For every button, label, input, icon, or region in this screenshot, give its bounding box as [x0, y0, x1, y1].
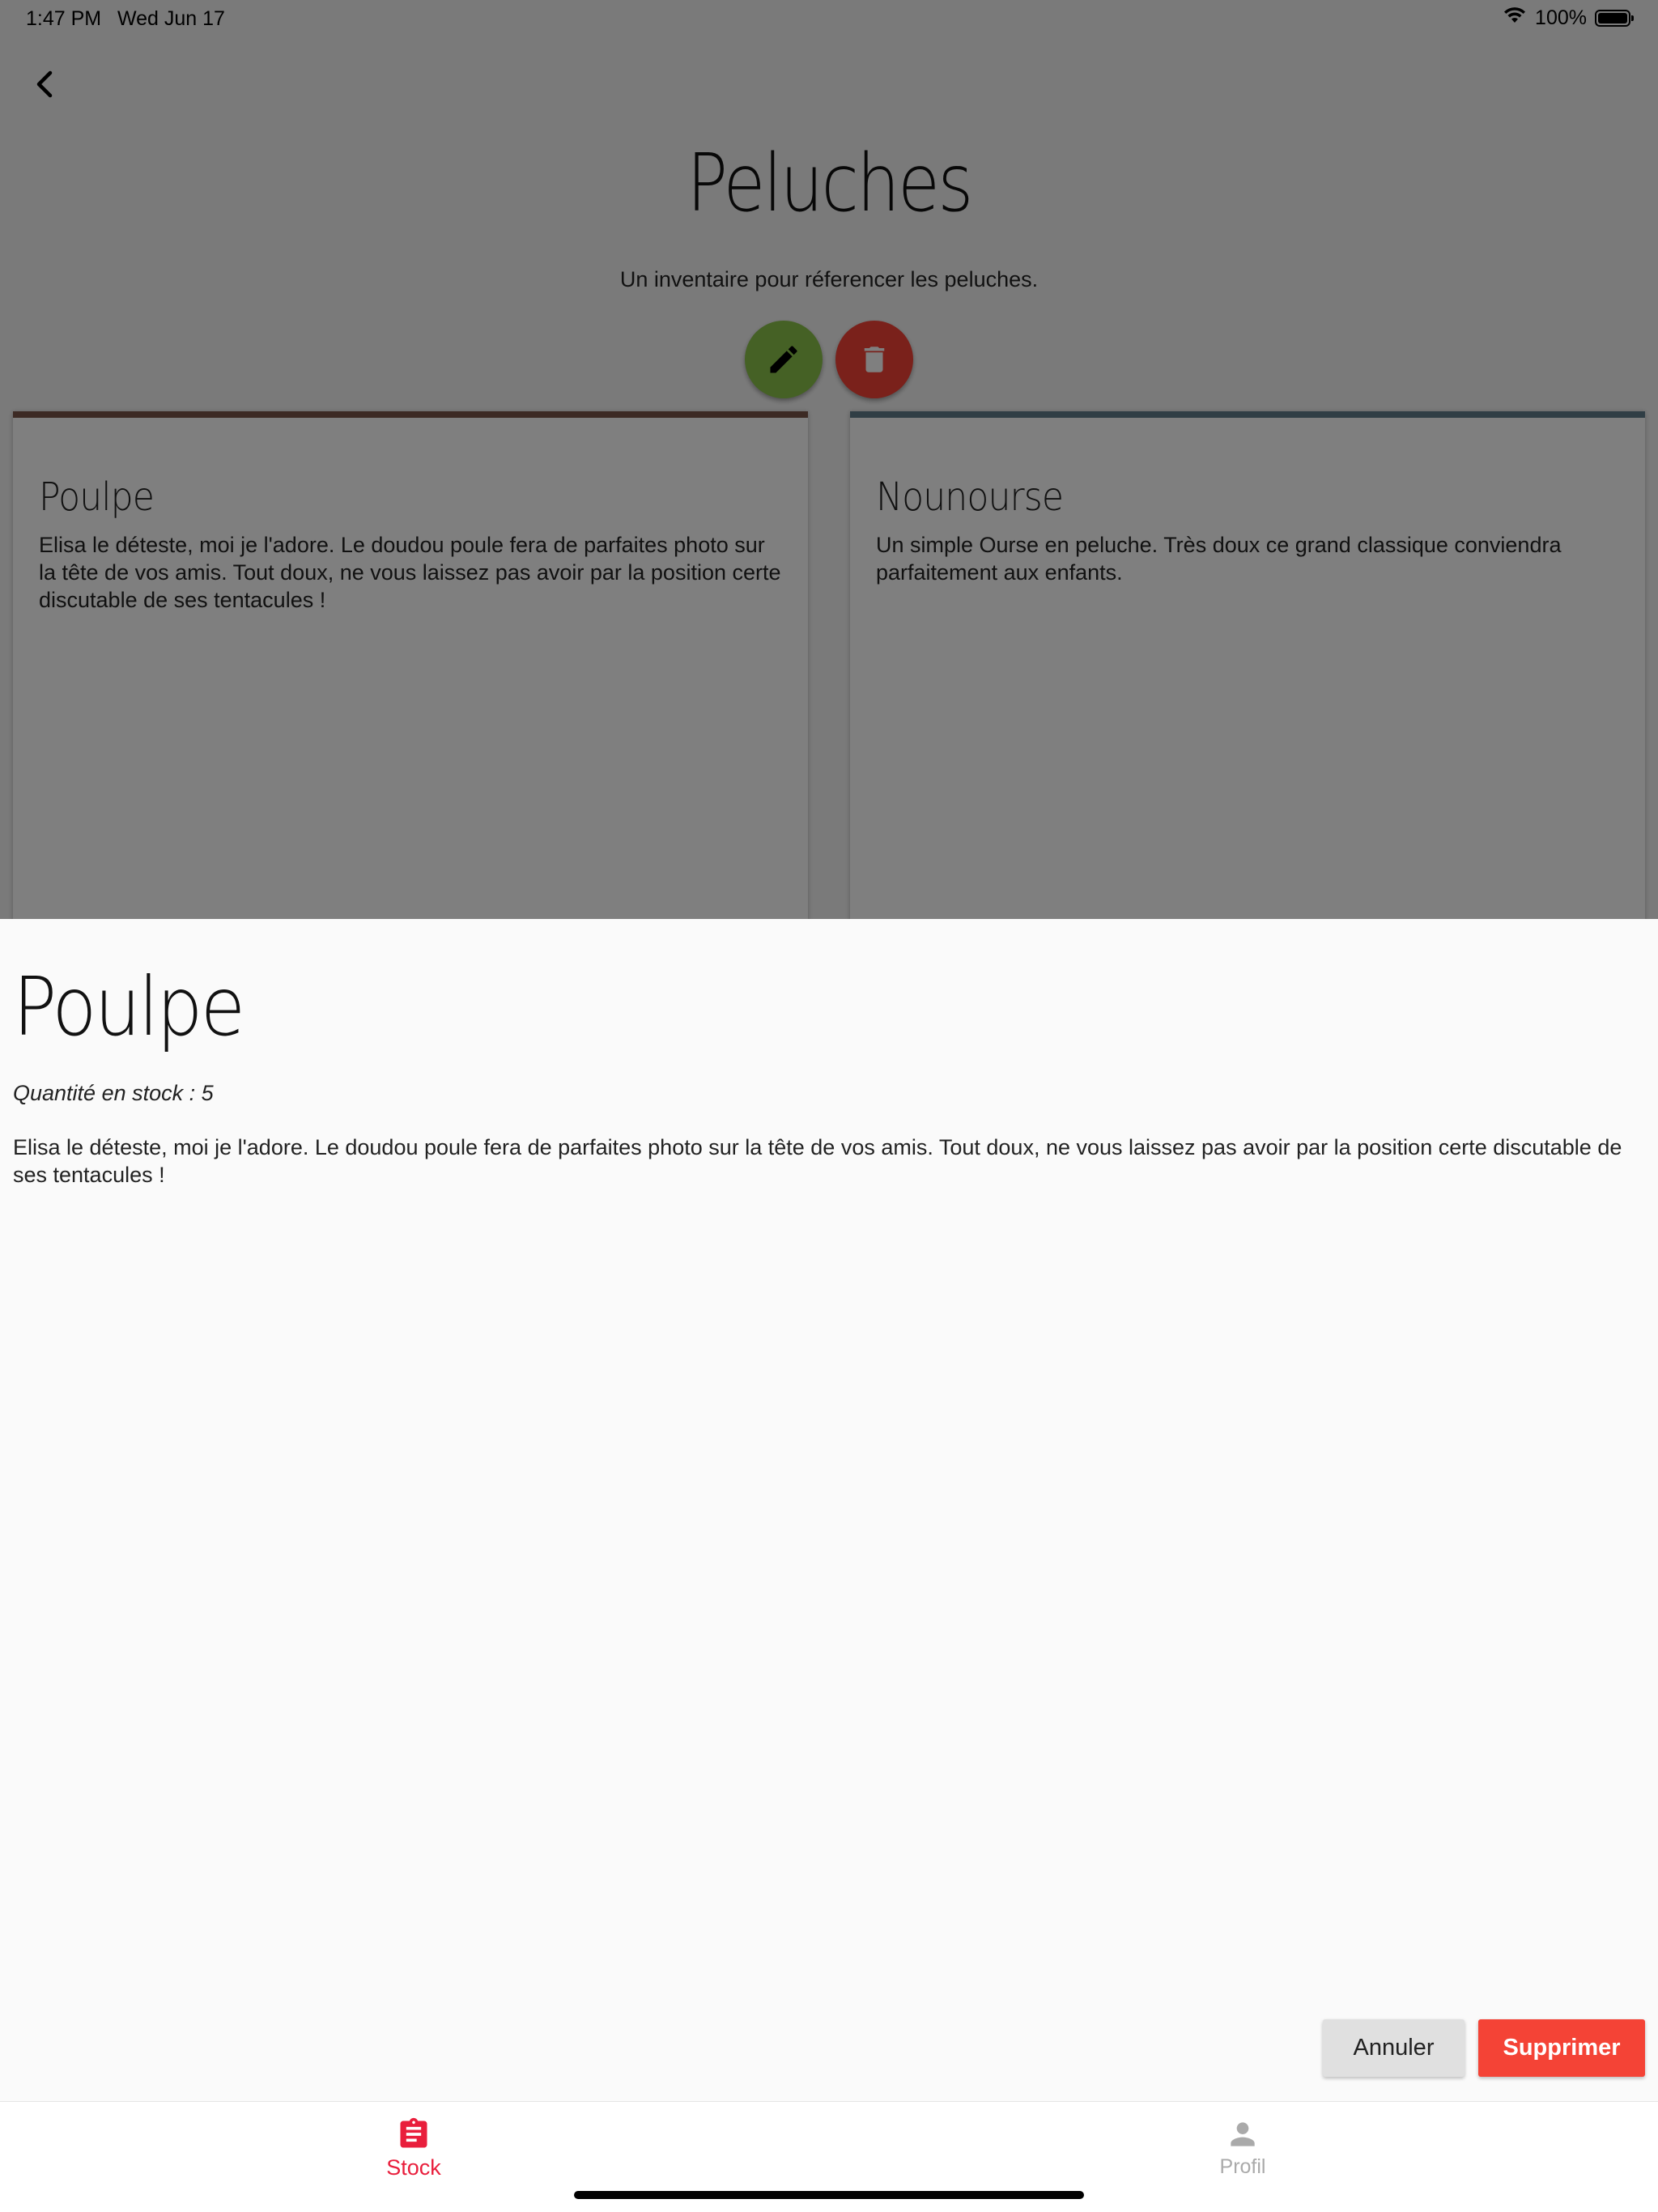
stock-quantity: Quantité en stock : 5 — [13, 1081, 214, 1105]
person-icon — [1231, 2122, 1255, 2146]
sheet-title: Poulpe — [13, 959, 245, 1054]
confirm-delete-button[interactable]: Supprimer — [1478, 2019, 1645, 2077]
cancel-button[interactable]: Annuler — [1323, 2019, 1465, 2077]
modal-scrim[interactable] — [0, 0, 1658, 919]
home-indicator — [574, 2191, 1084, 2199]
screen: 1:47 PM Wed Jun 17 100% Peluches Un — [0, 0, 1658, 2212]
tab-profil-label: Profil — [1219, 2155, 1266, 2178]
sheet-description: Elisa le déteste, moi je l'adore. Le dou… — [13, 1135, 1622, 1187]
tab-profil[interactable]: Profil — [1162, 2116, 1324, 2179]
clipboard-icon — [400, 2117, 427, 2148]
delete-confirmation-sheet: Poulpe Quantité en stock : 5 Elisa le dé… — [0, 919, 1658, 2101]
tab-stock-label: Stock — [386, 2155, 441, 2180]
tab-stock[interactable]: Stock — [333, 2116, 495, 2180]
